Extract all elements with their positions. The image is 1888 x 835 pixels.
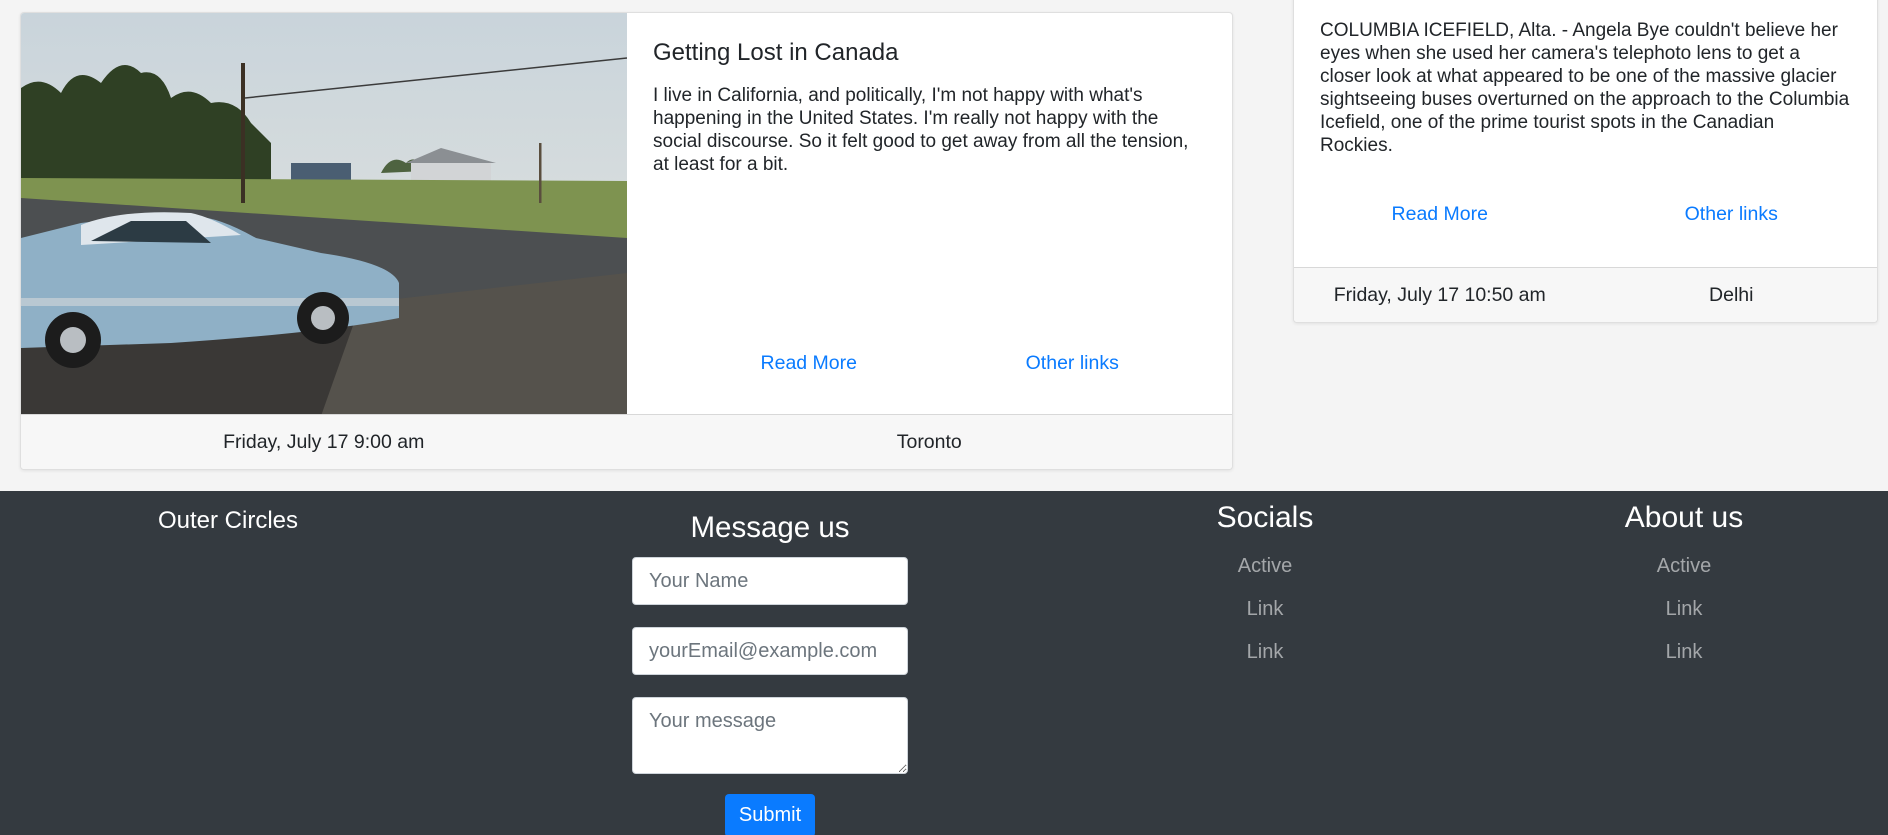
about-link[interactable]: Link <box>1534 631 1834 674</box>
article-date: Friday, July 17 9:00 am <box>223 430 425 453</box>
socials-link[interactable]: Link <box>1115 588 1415 631</box>
footer-brand: Outer Circles <box>157 507 299 534</box>
article-text: COLUMBIA ICEFIELD, Alta. - Angela Bye co… <box>1320 20 1850 156</box>
article-meta: Friday, July 17 9:00 am Toronto <box>21 414 1232 469</box>
article-body: Getting Lost in Canada I live in Califor… <box>627 13 1232 416</box>
read-more-link[interactable]: Read More <box>1294 203 1586 226</box>
article-links: Read More Other links <box>1294 203 1877 226</box>
article-card-main: Getting Lost in Canada I live in Califor… <box>20 12 1233 470</box>
socials-nav: Socials Active Link Link <box>1115 501 1415 674</box>
socials-link-active[interactable]: Active <box>1115 545 1415 588</box>
article-links: Read More Other links <box>627 352 1232 375</box>
submit-button[interactable]: Submit <box>724 794 816 835</box>
article-date: Friday, July 17 10:50 am <box>1333 283 1546 306</box>
message-form: Message us Submit <box>620 511 920 835</box>
about-link-active[interactable]: Active <box>1534 545 1834 588</box>
article-photo <box>21 13 627 416</box>
site-footer: Outer Circles Message us Submit Socials … <box>0 491 1888 835</box>
article-title: Getting Lost in Canada <box>653 39 899 66</box>
message-textarea[interactable] <box>632 697 908 774</box>
message-title: Message us <box>690 511 850 544</box>
article-body: COLUMBIA ICEFIELD, Alta. - Angela Bye co… <box>1294 0 1877 268</box>
other-links-link[interactable]: Other links <box>941 352 1205 375</box>
socials-title: Socials <box>1216 501 1314 534</box>
other-links-link[interactable]: Other links <box>1586 203 1878 226</box>
article-location: Toronto <box>896 430 962 453</box>
name-input[interactable] <box>632 557 908 605</box>
about-link[interactable]: Link <box>1534 588 1834 631</box>
article-location: Delhi <box>1709 283 1754 306</box>
article-text: I live in California, and politically, I… <box>653 84 1189 175</box>
article-card-side: COLUMBIA ICEFIELD, Alta. - Angela Bye co… <box>1293 0 1878 323</box>
email-input[interactable] <box>632 627 908 675</box>
about-title: About us <box>1624 501 1744 534</box>
socials-link[interactable]: Link <box>1115 631 1415 674</box>
article-meta: Friday, July 17 10:50 am Delhi <box>1294 267 1877 322</box>
read-more-link[interactable]: Read More <box>677 352 941 375</box>
about-nav: About us Active Link Link <box>1534 501 1834 674</box>
